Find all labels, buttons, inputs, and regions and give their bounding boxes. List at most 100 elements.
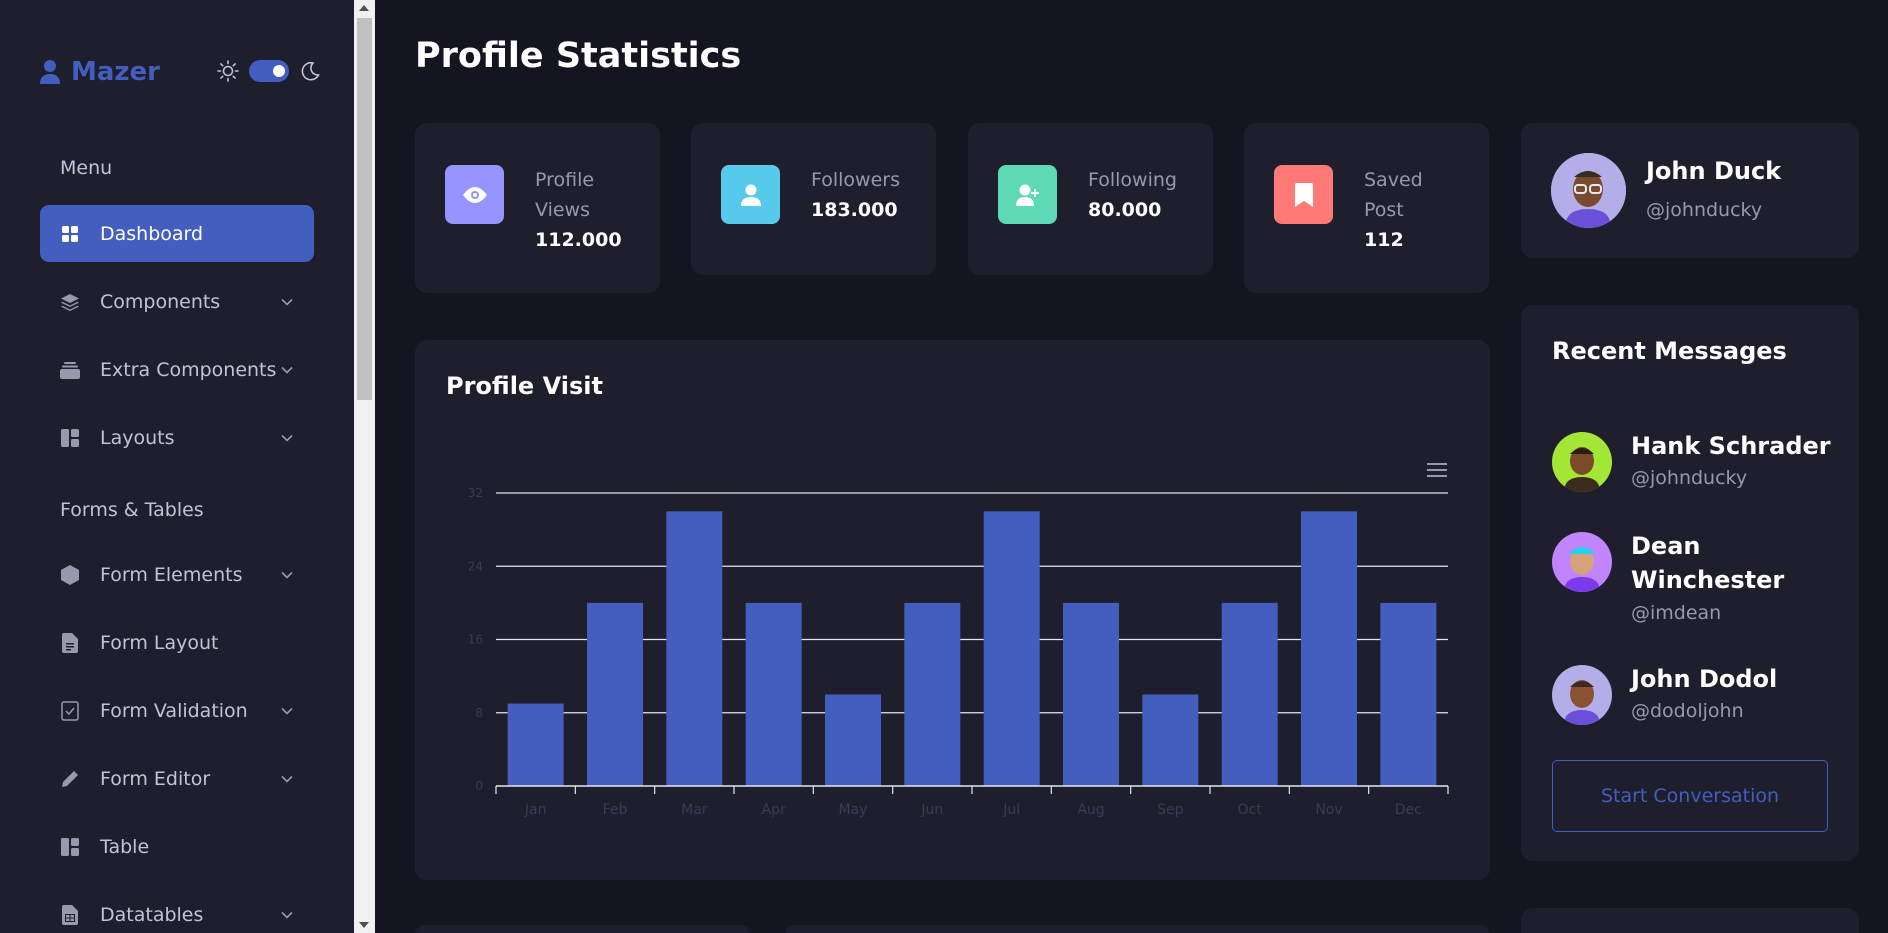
stat-card-profile-views: Profile Views 112.000: [415, 123, 660, 293]
stat-title: Saved Post: [1364, 169, 1423, 221]
avatar[interactable]: [1552, 432, 1612, 492]
sidebar-item-layouts[interactable]: Layouts: [40, 409, 314, 466]
x-tick-label: Jun: [920, 802, 943, 818]
page-title: Profile Statistics: [415, 36, 742, 76]
menu-section-title: Forms & Tables: [60, 499, 204, 521]
hexagon-icon: [60, 564, 80, 585]
stat-value: 80.000: [1088, 199, 1162, 221]
recent-messages-card: Recent Messages Hank Schrader @johnducky…: [1521, 305, 1859, 861]
person-icon: [40, 60, 60, 84]
bar[interactable]: [825, 694, 881, 786]
table-icon: [60, 837, 80, 857]
avatar[interactable]: [1552, 532, 1612, 592]
layout-icon: [60, 428, 80, 448]
start-conversation-button[interactable]: Start Conversation: [1552, 760, 1828, 832]
moon-icon: [301, 61, 320, 81]
person-icon: [721, 165, 780, 224]
sidebar-item-label: Layouts: [100, 426, 175, 449]
chevron-down-icon: [281, 434, 293, 442]
x-tick-label: Nov: [1315, 802, 1342, 818]
bar[interactable]: [904, 602, 961, 786]
sidebar-item-label: Form Editor: [100, 767, 211, 790]
x-tick-label: Sep: [1157, 802, 1184, 818]
bar[interactable]: [587, 602, 643, 786]
dark-mode-toggle[interactable]: [249, 60, 289, 82]
stat-card-followers: Followers 183.000: [691, 123, 936, 275]
sidebar-item-label: Dashboard: [100, 222, 204, 245]
stack-icon: [60, 292, 80, 312]
stat-card-saved-post: Saved Post 112: [1244, 123, 1489, 293]
chevron-down-icon: [281, 298, 293, 306]
x-tick-label: Dec: [1395, 802, 1422, 818]
stat-card-following: Following 80.000: [968, 123, 1213, 275]
y-tick-label: 0: [475, 779, 483, 793]
sidebar-item-form-layout[interactable]: Form Layout: [40, 614, 314, 671]
sidebar-item-form-elements[interactable]: Form Elements: [40, 546, 314, 603]
journal-check-icon: [60, 700, 80, 721]
pen-icon: [60, 769, 80, 789]
sidebar-item-components[interactable]: Components: [40, 273, 314, 330]
sidebar-item-label: Form Validation: [100, 699, 248, 722]
grid-icon: [60, 224, 80, 244]
message-sender-handle: @dodoljohn: [1631, 700, 1744, 722]
bar[interactable]: [507, 703, 564, 786]
scroll-up-arrow[interactable]: [359, 5, 369, 11]
stat-label: Followers 183.000: [811, 165, 900, 225]
chevron-down-icon: [281, 366, 293, 374]
menu-section-title: Menu: [60, 157, 113, 179]
message-sender-name: John Dodol: [1631, 665, 1778, 693]
bar[interactable]: [1221, 602, 1278, 786]
sun-icon: [217, 60, 239, 82]
profile-visit-chart: 0 8 16 24 32 Jan Feb Mar Apr May Jun Jul Aug Sep Oct No…: [468, 486, 1449, 818]
sidebar-item-extra-components[interactable]: Extra Components: [40, 341, 314, 398]
file-spreadsheet-icon: [60, 904, 80, 925]
avatar[interactable]: [1552, 665, 1612, 725]
message-sender-name: Hank Schrader: [1631, 432, 1831, 460]
sidebar-item-label: Table: [100, 835, 150, 858]
bookmark-icon: [1274, 165, 1333, 224]
x-tick-label: Mar: [681, 802, 708, 818]
sidebar-item-label: Datatables: [100, 903, 204, 926]
bar[interactable]: [1380, 602, 1437, 786]
x-tick-label: May: [839, 802, 868, 818]
profile-card: John Duck @johnducky: [1521, 123, 1859, 258]
bar[interactable]: [745, 602, 802, 786]
scrollbar[interactable]: [354, 0, 375, 933]
sidebar-item-form-validation[interactable]: Form Validation: [40, 682, 314, 739]
stat-title: Followers: [811, 169, 900, 191]
sidebar-item-table[interactable]: Table: [40, 818, 314, 875]
avatar[interactable]: [1551, 153, 1626, 228]
bar[interactable]: [983, 511, 1040, 786]
file-text-icon: [60, 632, 80, 653]
theme-toggle: [217, 60, 321, 82]
x-tick-label: Aug: [1077, 802, 1104, 818]
stat-title: Following: [1088, 169, 1177, 191]
bar[interactable]: [1063, 602, 1119, 786]
sidebar-item-label: Form Elements: [100, 563, 243, 586]
bottom-card: [415, 925, 750, 933]
collection-icon: [60, 360, 80, 380]
app-name: Mazer: [71, 57, 161, 87]
bar[interactable]: [1142, 694, 1199, 786]
y-tick-label: 24: [468, 559, 483, 573]
person-add-icon: [998, 165, 1057, 224]
y-tick-label: 8: [475, 706, 483, 720]
sidebar-item-form-editor[interactable]: Form Editor: [40, 750, 314, 807]
bottom-card: [785, 925, 1490, 933]
profile-visit-card: Profile Visit 0 8 16 24 32 Jan Feb Mar Apr May Jun…: [415, 340, 1490, 880]
bar[interactable]: [666, 511, 723, 786]
y-tick-label: 32: [468, 486, 483, 500]
app-root: Mazer Menu Dashboard Components Extra Co…: [0, 0, 1888, 933]
bar[interactable]: [1301, 511, 1357, 786]
sidebar-item-datatables[interactable]: Datatables: [40, 886, 314, 933]
eye-icon: [445, 165, 504, 224]
sidebar-item-dashboard[interactable]: Dashboard: [40, 205, 314, 262]
logo[interactable]: Mazer: [39, 54, 160, 90]
stat-label: Following 80.000: [1088, 165, 1177, 225]
scroll-thumb[interactable]: [357, 18, 372, 400]
x-tick-label: Feb: [603, 802, 628, 818]
stat-label: Profile Views 112.000: [535, 165, 625, 255]
stat-title: Profile Views: [535, 169, 595, 221]
chevron-down-icon: [281, 707, 293, 715]
scroll-down-arrow[interactable]: [359, 922, 369, 928]
